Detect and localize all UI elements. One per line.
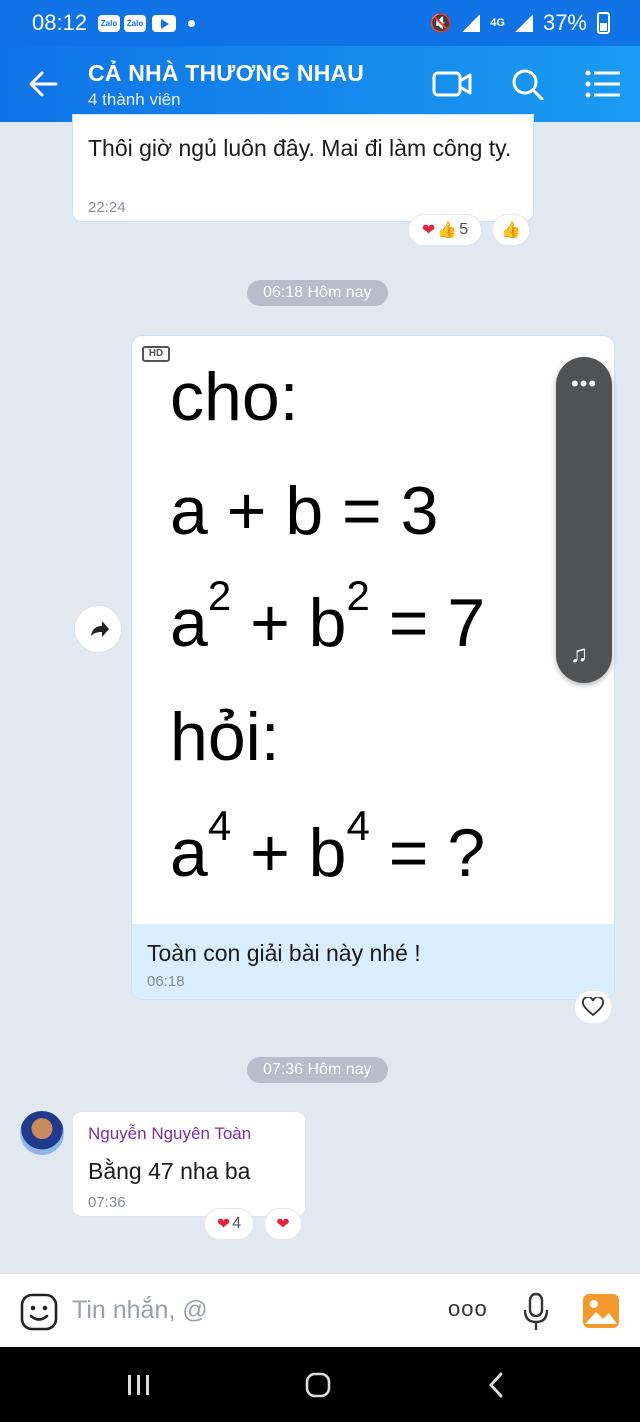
date-separator: 06:18 Hôm nay (247, 280, 388, 306)
search-icon[interactable] (508, 68, 548, 100)
home-icon[interactable] (304, 1371, 332, 1399)
message-time: 06:18 (147, 973, 185, 990)
emoji-sticker-icon[interactable] (20, 1293, 58, 1331)
more-options-icon[interactable]: ooo (448, 1296, 488, 1322)
reaction-summary[interactable]: ❤ 4 (204, 1208, 254, 1240)
network-type: 4G (490, 17, 505, 29)
message-bubble[interactable]: Thôi giờ ngủ luôn đây. Mai đi làm công t… (72, 114, 534, 222)
image-message[interactable]: HD cho: a + b = 3 a2 + b2 = 7 hỏi: a4 + … (131, 335, 615, 1000)
group-title[interactable]: CẢ NHÀ THƯƠNG NHAU (88, 60, 364, 87)
android-nav-bar (0, 1347, 640, 1422)
zalo-notification-icon: Zalo (98, 15, 120, 32)
message-input-bar: Tin nhắn, @ ooo (0, 1273, 640, 1347)
video-call-icon[interactable] (432, 68, 472, 100)
message-text: Bằng 47 nha ba (88, 1158, 251, 1184)
thumbs-up-reaction-icon: 👍 (437, 222, 458, 239)
image-line: a2 + b2 = 7 (170, 572, 486, 661)
heart-outline-icon (582, 997, 604, 1017)
battery-percent: 37% (542, 10, 587, 35)
zalo-notification-icon: Zalo (124, 15, 146, 32)
image-line: hỏi: (170, 699, 280, 775)
math-problem-image[interactable]: HD cho: a + b = 3 a2 + b2 = 7 hỏi: a4 + … (132, 336, 614, 924)
message-bubble[interactable]: Nguyễn Nguyên Toàn Bằng 47 nha ba 07:36 (72, 1111, 306, 1217)
battery-icon (597, 12, 610, 34)
avatar[interactable] (20, 1111, 64, 1155)
reaction-count: 5 (459, 221, 469, 238)
microphone-icon[interactable] (522, 1292, 550, 1332)
hd-badge: HD (142, 346, 170, 362)
add-reaction-button[interactable] (574, 990, 612, 1024)
sender-name[interactable]: Nguyễn Nguyên Toàn (88, 1124, 251, 1144)
reaction-summary[interactable]: ❤ 👍 5 (408, 214, 482, 246)
image-caption: Toàn con giải bài này nhé ! 06:18 (132, 924, 614, 999)
back-arrow-icon[interactable] (28, 70, 58, 98)
signal-icon (514, 14, 533, 32)
heart-reaction-icon: ❤ (216, 1216, 231, 1233)
forward-arrow-icon (91, 621, 109, 637)
more-notifications-dot (188, 20, 195, 27)
more-options-icon[interactable]: ••• (556, 371, 612, 397)
member-count[interactable]: 4 thành viên (88, 90, 181, 110)
forward-button[interactable] (74, 605, 122, 653)
add-reaction-button[interactable]: ❤ (264, 1208, 302, 1240)
add-reaction-button[interactable]: 👍 (492, 214, 530, 246)
heart-icon: ❤ (276, 1216, 290, 1233)
youtube-notification-icon (152, 15, 176, 32)
image-line: a4 + b4 = ? (170, 802, 486, 891)
thumbs-up-icon: 👍 (501, 222, 521, 239)
clock: 08:12 (32, 10, 88, 35)
status-icons: 🔇 4G 37% (430, 10, 610, 36)
recent-apps-icon[interactable] (125, 1373, 153, 1397)
message-text: Thôi giờ ngủ luôn đây. Mai đi làm công t… (88, 135, 512, 161)
message-time: 22:24 (88, 199, 126, 216)
image-line: a + b = 3 (170, 473, 439, 549)
heart-reaction-icon: ❤ (421, 222, 436, 239)
signal-icon (462, 14, 481, 32)
message-time: 07:36 (88, 1194, 126, 1211)
status-bar: 08:12 Zalo Zalo 🔇 4G 37% (0, 0, 640, 46)
menu-icon[interactable] (584, 68, 624, 100)
message-input[interactable]: Tin nhắn, @ (72, 1296, 208, 1325)
music-note-icon[interactable]: ♫ (570, 641, 588, 669)
image-line: cho: (170, 359, 299, 435)
back-nav-icon[interactable] (486, 1371, 506, 1399)
chat-header: CẢ NHÀ THƯƠNG NHAU 4 thành viên (0, 46, 640, 122)
mute-icon: 🔇 (429, 12, 453, 33)
photo-gallery-icon[interactable] (581, 1292, 621, 1330)
date-separator: 07:36 Hôm nay (247, 1057, 388, 1083)
reaction-count: 4 (232, 1215, 242, 1232)
floating-media-menu[interactable]: ••• ♫ (556, 357, 612, 683)
caption-text: Toàn con giải bài này nhé ! (147, 940, 421, 966)
